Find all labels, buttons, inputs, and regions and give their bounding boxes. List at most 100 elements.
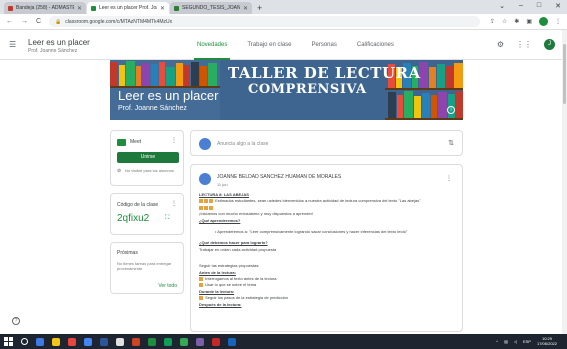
help-icon[interactable]: ? [12, 317, 20, 325]
lock-icon: 🔒 [55, 18, 62, 25]
browser-tab-classroom[interactable]: Leer es un placer Prof. Joanne S...✕ [87, 2, 169, 14]
address-bar: ← → C 🔒 classroom.google.com/c/MTAzNTM4M… [0, 14, 567, 30]
emoji-icon [199, 205, 203, 210]
new-tab-button[interactable]: + [257, 2, 262, 14]
language-indicator[interactable]: ESP [523, 339, 531, 344]
taskbar-app-icon[interactable] [68, 337, 76, 346]
header-icons: ⚙ ⋮⋮ J [497, 39, 555, 50]
taskbar-app-icon[interactable] [212, 337, 220, 346]
upcoming-label: Próximas [117, 250, 138, 256]
banner-teacher-name: Prof. Joanne Sánchez [118, 105, 187, 112]
hamburger-menu-icon[interactable]: ☰ [9, 40, 16, 49]
taskbar-app-icon[interactable] [196, 337, 204, 346]
close-window-button[interactable]: ✕ [555, 2, 561, 10]
url-input[interactable]: 🔒 classroom.google.com/c/MTAzNTM4MTk4MzU… [49, 16, 480, 27]
fullscreen-icon[interactable]: ⛶ [165, 215, 169, 222]
banner-class-title: Leer es un placer [118, 88, 219, 103]
post-body: LECTURA 8: LAS ABEJAS Estimados estudian… [199, 192, 454, 308]
taskbar-app-icon[interactable] [52, 337, 60, 346]
more-options-icon[interactable]: ⋮ [171, 200, 177, 207]
settings-gear-icon[interactable]: ⚙ [497, 40, 504, 49]
tab-trabajo-en-clase[interactable]: Trabajo en clase [244, 30, 294, 60]
windows-start-icon[interactable] [4, 337, 13, 346]
chevron-up-icon[interactable]: ^ [496, 339, 498, 344]
reload-icon[interactable]: C [36, 18, 41, 25]
user-avatar[interactable]: J [544, 39, 555, 50]
extension-icon[interactable]: ✱ [514, 18, 519, 25]
classroom-icon [91, 5, 96, 11]
taskbar-app-icon[interactable] [84, 337, 92, 346]
taskbar-app-icon[interactable] [36, 337, 44, 346]
volume-icon[interactable]: ◁ [514, 339, 517, 344]
browser-tab-bar: Bandeja (258) - ADMASTEst@...✕ Leer es u… [0, 0, 567, 14]
close-icon[interactable]: ✕ [243, 5, 248, 12]
taskbar-app-icon[interactable] [180, 337, 188, 346]
sheets-icon [174, 5, 179, 11]
info-icon[interactable]: i [447, 106, 455, 114]
share-icon[interactable]: ⇪ [490, 18, 495, 25]
network-icon[interactable]: ▤ [504, 339, 508, 344]
clock[interactable]: 10:29 17/06/2022 [537, 336, 557, 346]
windows-taskbar: ^ ▤ ◁ ESP 10:29 17/06/2022 [0, 334, 567, 349]
class-subtitle: Prof. Joanne Sánchez [28, 48, 78, 54]
browser-tab-gmail[interactable]: Bandeja (258) - ADMASTEst@...✕ [4, 2, 86, 14]
tab-personas[interactable]: Personas [309, 30, 340, 60]
emoji-icon [199, 296, 203, 301]
forward-icon[interactable]: → [21, 18, 28, 25]
emoji-icon [204, 199, 208, 204]
puzzle-icon[interactable]: ▣ [526, 18, 532, 25]
emoji-icon [204, 205, 208, 210]
profile-avatar[interactable] [539, 17, 548, 26]
tab-search-button[interactable]: ⌄ [499, 2, 505, 10]
meet-icon [117, 139, 126, 146]
banner-art-line2: COMPRENSIVA [248, 82, 367, 97]
page-scrollbar[interactable] [562, 30, 567, 334]
class-title[interactable]: Leer es un placer [28, 38, 90, 47]
apps-grid-icon[interactable]: ⋮⋮ [516, 40, 532, 49]
search-icon[interactable] [21, 338, 28, 345]
close-icon[interactable]: ✕ [160, 5, 165, 12]
tab-novedades[interactable]: Novedades [194, 30, 231, 60]
menu-icon[interactable]: ⋮ [555, 18, 561, 25]
user-avatar [199, 138, 211, 150]
pinned-apps [36, 337, 244, 346]
post-line: Después de la lectura: [199, 301, 242, 307]
tab-calificaciones[interactable]: Calificaciones [354, 30, 397, 60]
author-avatar [199, 173, 211, 185]
more-options-icon[interactable]: ⋮ [446, 175, 452, 182]
emoji-icon [199, 277, 203, 281]
star-icon[interactable]: ☆ [502, 18, 507, 25]
repost-icon[interactable]: ⇅ [448, 139, 454, 147]
taskbar-app-icon[interactable] [116, 337, 124, 346]
view-all-link[interactable]: Ver todo [158, 283, 177, 289]
banner-art-line1: TALLER DE LECTURA [228, 64, 421, 82]
class-code-label: Código de la clase [117, 202, 159, 208]
close-icon[interactable]: ✕ [77, 5, 82, 12]
post-time: 11 jun [217, 182, 228, 187]
meet-card: Meet ⋮ Unirse ⊘ No visible para los alum… [110, 130, 184, 186]
visibility-off-icon: ⊘ [117, 168, 122, 174]
back-icon[interactable]: ← [6, 18, 13, 25]
taskbar-app-icon[interactable] [164, 337, 172, 346]
taskbar-app-icon[interactable] [100, 337, 108, 346]
minimize-button[interactable]: – [519, 2, 523, 10]
upcoming-text: No tienes tareas para entregar próximame… [117, 261, 172, 271]
emoji-icon [199, 283, 203, 288]
classroom-header: ☰ Leer es un placer Prof. Joanne Sánchez… [0, 30, 567, 60]
browser-tab-sheets[interactable]: SEGUNDO_TESIS_JOANNE_SAN...✕ [170, 2, 252, 14]
more-options-icon[interactable]: ⋮ [171, 137, 177, 144]
class-banner: TALLER DE LECTURA COMPRENSIVA Leer es un… [110, 60, 463, 120]
emoji-icon [209, 205, 213, 210]
scrollbar-thumb[interactable] [563, 44, 566, 104]
join-meet-button[interactable]: Unirse [117, 152, 179, 163]
announce-box[interactable]: Anuncia algo a la clase ⇅ [190, 130, 463, 156]
upcoming-card: Próximas No tienes tareas para entregar … [110, 242, 184, 294]
gmail-icon [8, 5, 13, 11]
taskbar-app-icon[interactable] [132, 337, 140, 346]
emoji-icon [199, 199, 203, 204]
announce-placeholder[interactable]: Anuncia algo a la clase [217, 141, 268, 147]
maximize-button[interactable]: □ [537, 2, 541, 10]
taskbar-app-icon[interactable] [228, 337, 236, 346]
taskbar-app-icon[interactable] [148, 337, 156, 346]
announcement-post: JOANNE BELDAD SANCHEZ HUAMAN DE MORALES … [190, 164, 463, 332]
